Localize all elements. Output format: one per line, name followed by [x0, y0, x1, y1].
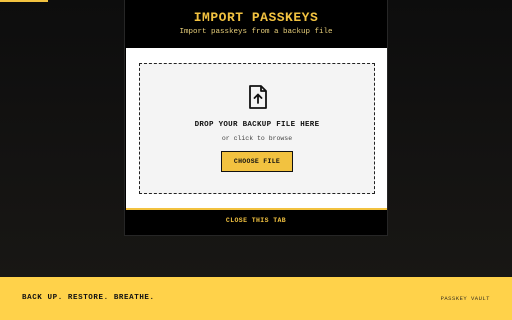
modal-subtitle: Import passkeys from a backup file — [179, 28, 333, 36]
close-tab-link[interactable]: CLOSE THIS TAB — [125, 217, 387, 224]
file-dropzone[interactable]: DROP YOUR BACKUP FILE HERE or click to b… — [139, 63, 375, 194]
top-accent-bar — [0, 0, 48, 2]
footer: BACK UP. RESTORE. BREATHE. PASSKEY VAULT — [0, 277, 512, 320]
modal-title: IMPORT PASSKEYS — [193, 10, 319, 25]
file-upload-icon — [249, 85, 267, 109]
choose-file-button[interactable]: CHOOSE FILE — [221, 151, 293, 172]
footer-tagline: BACK UP. RESTORE. BREATHE. — [22, 294, 155, 302]
upload-panel: DROP YOUR BACKUP FILE HERE or click to b… — [126, 48, 387, 210]
dropzone-title: DROP YOUR BACKUP FILE HERE — [194, 121, 320, 129]
dropzone-hint: or click to browse — [221, 135, 293, 142]
footer-brand: PASSKEY VAULT — [440, 295, 490, 302]
import-modal: IMPORT PASSKEYS Import passkeys from a b… — [124, 0, 388, 236]
